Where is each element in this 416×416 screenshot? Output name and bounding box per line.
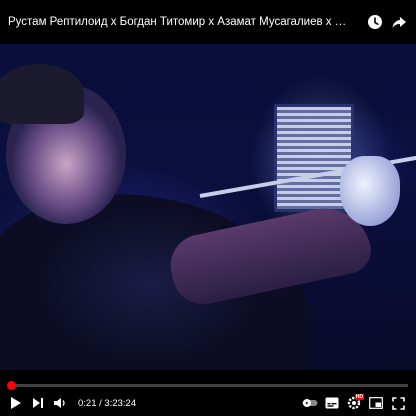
hd-badge: HD — [354, 394, 364, 400]
progress-scrubber[interactable] — [6, 381, 16, 390]
play-icon[interactable] — [6, 393, 26, 413]
share-icon[interactable] — [390, 13, 408, 31]
settings-icon[interactable]: HD — [344, 393, 364, 413]
progress-bar[interactable] — [6, 381, 408, 390]
current-time: 0:21 — [78, 397, 97, 409]
autoplay-toggle-icon[interactable] — [300, 393, 320, 413]
video-figure-cap — [0, 64, 84, 124]
video-figure-glove — [340, 156, 400, 226]
video-title[interactable]: Рустам Рептилоид х Богдан Титомир х Азам… — [8, 15, 360, 29]
title-bar: Рустам Рептилоид х Богдан Титомир х Азам… — [0, 0, 416, 44]
watch-later-icon[interactable] — [366, 13, 384, 31]
fullscreen-icon[interactable] — [388, 393, 408, 413]
subtitles-icon[interactable] — [322, 393, 342, 413]
control-bar: 0:21 / 3:23:24 HD — [0, 390, 416, 416]
video-frame[interactable] — [0, 44, 416, 370]
volume-icon[interactable] — [50, 393, 70, 413]
miniplayer-icon[interactable] — [366, 393, 386, 413]
duration: 3:23:24 — [104, 397, 137, 409]
time-display: 0:21 / 3:23:24 — [78, 398, 136, 409]
video-player[interactable]: Рустам Рептилоид х Богдан Титомир х Азам… — [0, 0, 416, 416]
next-icon[interactable] — [28, 393, 48, 413]
